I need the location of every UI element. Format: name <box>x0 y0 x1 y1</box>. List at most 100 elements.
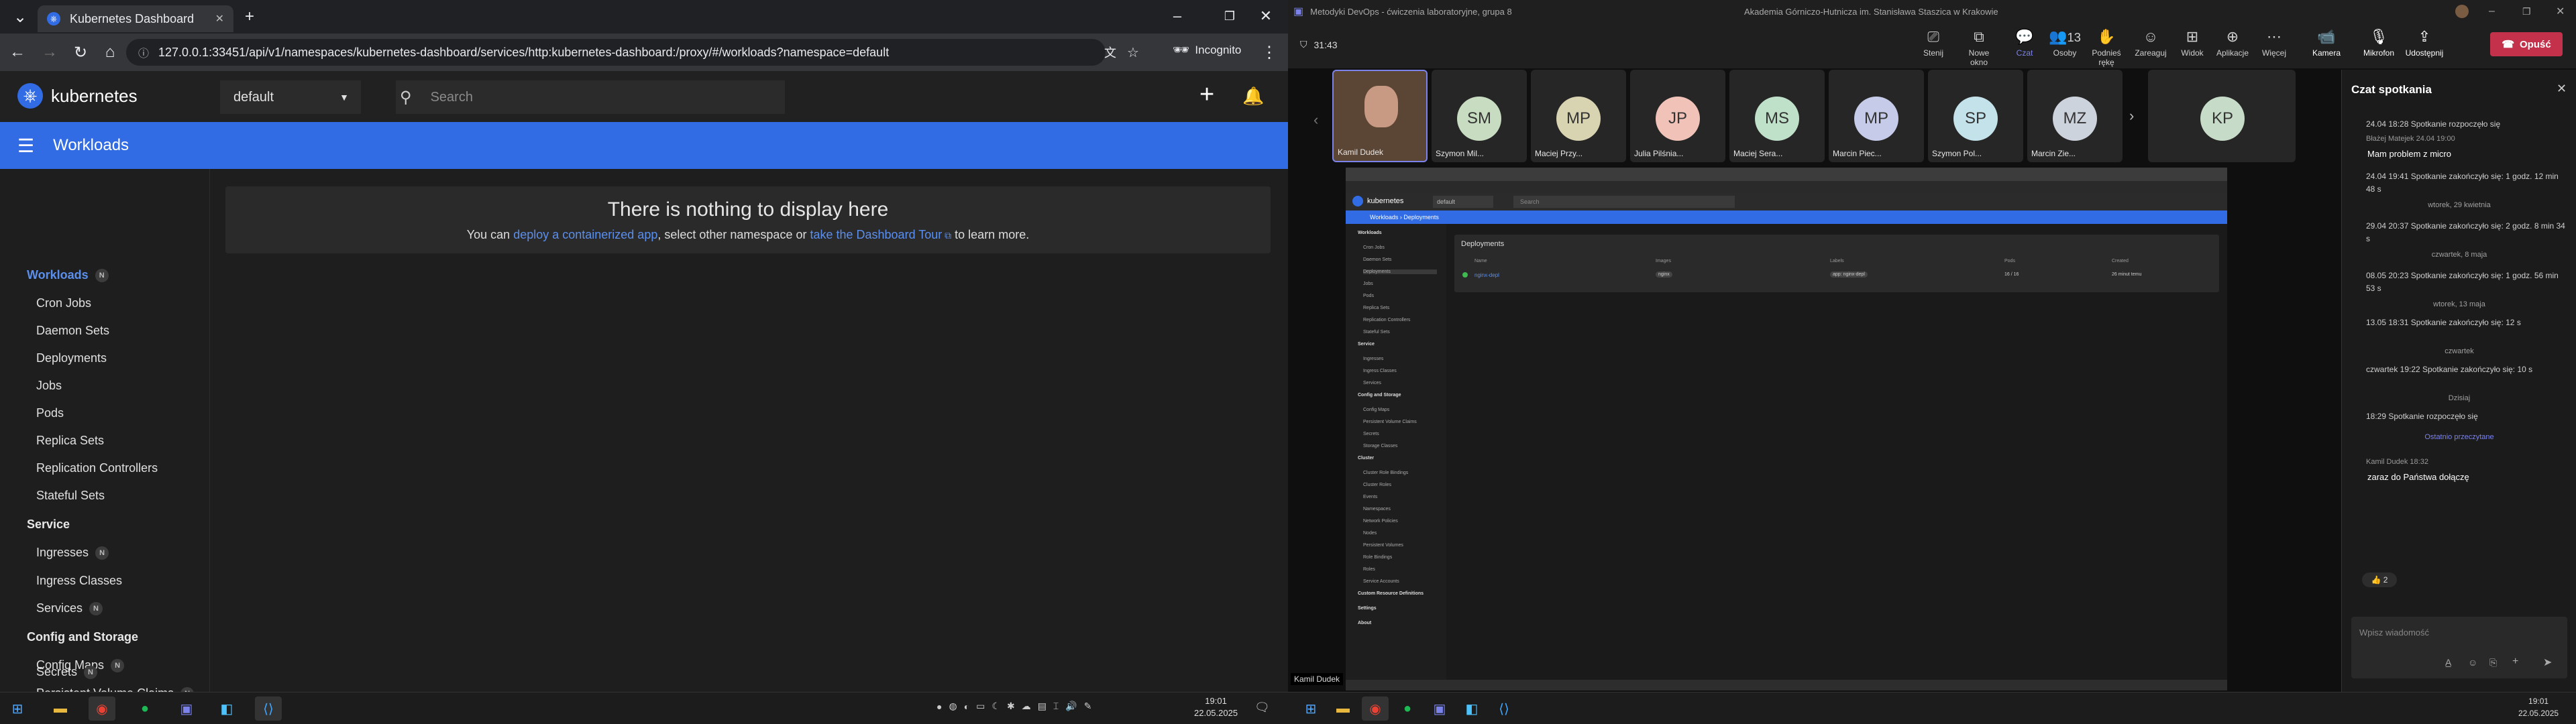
button-label: Więcej <box>2261 48 2286 58</box>
format-icon[interactable]: A̲ <box>2445 657 2451 668</box>
sidebar-workloads[interactable]: Workloads N <box>27 268 109 282</box>
chat-close-icon[interactable]: ✕ <box>2557 82 2567 96</box>
share-button[interactable]: ⇪ Udostępnij <box>2404 28 2445 58</box>
participant-tile[interactable]: Kamil Dudek <box>1332 70 1428 162</box>
tab-kubernetes-dashboard[interactable]: ⎈ Kubernetes Dashboard ✕ <box>38 5 233 32</box>
notifications-bell-icon[interactable]: 🔔 <box>1242 86 1264 107</box>
namespace-selector[interactable]: default ▼ <box>220 80 361 114</box>
participant-tile[interactable]: MS Maciej Sera... <box>1729 70 1825 162</box>
chrome-icon[interactable]: ◉ <box>1362 697 1389 721</box>
sidebar-item-daemon-sets[interactable]: Daemon Sets <box>36 324 109 338</box>
gallery-prev-icon[interactable]: ‹ <box>1313 111 1318 129</box>
pen-icon: ✎ <box>1083 701 1092 711</box>
reaction-badge[interactable]: 👍 2 <box>2362 572 2397 587</box>
leave-button[interactable]: ☎ Opuść <box>2490 32 2563 56</box>
incognito-indicator[interactable]: 🕶 Incognito <box>1173 42 1241 58</box>
sidebar-item-services[interactable]: Services N <box>36 601 103 615</box>
start-icon[interactable]: ⊞ <box>1297 697 1324 721</box>
sidebar-item-ingress-classes[interactable]: Ingress Classes <box>36 574 122 588</box>
store-icon[interactable]: ◧ <box>1458 697 1485 721</box>
attach-icon[interactable]: ⎘ <box>2489 657 2497 668</box>
participant-tile[interactable]: MP Marcin Piec... <box>1829 70 1924 162</box>
chat-button[interactable]: 💬 Czat <box>2004 28 2045 58</box>
participant-tile[interactable]: KP <box>2148 70 2296 162</box>
sidebar-item-pods[interactable]: Pods <box>36 406 64 420</box>
camera-button[interactable]: 📹 Kamera <box>2306 28 2347 58</box>
minimize-button[interactable]: – <box>1154 0 1201 32</box>
sidebar-item-deployments[interactable]: Deployments <box>36 351 107 365</box>
participant-tile[interactable]: JP Julia Pilśnia... <box>1630 70 1725 162</box>
kubernetes-logo[interactable]: ⎈ kubernetes <box>17 83 138 109</box>
participant-tile[interactable]: SM Szymon Mil... <box>1432 70 1527 162</box>
stage-button[interactable]: ⎚ Stenij <box>1913 28 1953 58</box>
participant-tile[interactable]: SP Szymon Pol... <box>1928 70 2023 162</box>
notifications-icon[interactable]: 🗨 <box>1254 701 1270 715</box>
site-info-icon[interactable]: ⓘ <box>138 44 149 60</box>
last-read-marker[interactable]: Ostatnio przeczytane <box>2342 433 2576 441</box>
clock[interactable]: 19:01 22.05.2025 <box>2518 695 2559 719</box>
hamburger-menu-icon[interactable]: ☰ <box>17 135 34 157</box>
tab-search-icon[interactable]: ⌄ <box>7 3 34 30</box>
sidebar-item-cron-jobs[interactable]: Cron Jobs <box>36 296 91 310</box>
vscode-icon[interactable]: ⟨⟩ <box>255 697 282 721</box>
view-button[interactable]: ⊞ Widok <box>2172 28 2212 58</box>
start-icon[interactable]: ⊞ <box>4 697 31 721</box>
sidebar-item-replica-sets[interactable]: Replica Sets <box>36 434 104 448</box>
add-icon[interactable]: + <box>2512 656 2518 668</box>
bookmark-star-icon[interactable]: ☆ <box>1127 44 1139 61</box>
close-button[interactable]: ✕ <box>1242 0 1288 32</box>
forward-icon[interactable]: → <box>36 39 63 66</box>
sidebar-service[interactable]: Service <box>27 518 70 532</box>
people-button[interactable]: 👥13 Osoby <box>2045 28 2085 58</box>
vscode-icon[interactable]: ⟨⟩ <box>1491 697 1517 721</box>
react-button[interactable]: ☺ Zareaguj <box>2131 28 2171 58</box>
translate-icon[interactable]: 文 <box>1104 44 1116 61</box>
namespaced-badge: N <box>111 658 125 672</box>
teams-icon[interactable]: ▣ <box>1426 697 1453 721</box>
mic-button[interactable]: 🎙 Mikrofon <box>2359 28 2399 58</box>
browser-menu-icon[interactable]: ⋮ <box>1256 39 1283 66</box>
sidebar-config-storage[interactable]: Config and Storage <box>27 630 138 644</box>
create-resource-button[interactable]: + <box>1199 80 1214 109</box>
sidebar-item-ingresses[interactable]: Ingresses N <box>36 546 109 560</box>
dashboard-tour-link[interactable]: take the Dashboard Tour <box>810 228 942 241</box>
send-icon[interactable]: ➤ <box>2543 656 2552 669</box>
emoji-icon[interactable]: ☺ <box>2468 657 2477 668</box>
sidebar-item-secrets[interactable]: Secrets N <box>36 665 98 679</box>
tab-close-icon[interactable]: ✕ <box>215 12 224 25</box>
system-tray[interactable]: ● ◍ ◐ ▭ ☾ ✱ ☁ ▤ ⌶ 🔊 ✎ <box>936 701 1092 712</box>
back-icon[interactable]: ← <box>4 39 31 66</box>
home-icon[interactable]: ⌂ <box>97 39 123 66</box>
sidebar-item-jobs[interactable]: Jobs <box>36 379 62 393</box>
spotify-icon[interactable]: ● <box>131 697 158 721</box>
chat-input[interactable]: Wpisz wiadomość A̲ ☺ ⎘ + ➤ <box>2351 617 2567 678</box>
clock[interactable]: 19:01 22.05.2025 <box>1194 695 1238 719</box>
new-tab-button[interactable]: + <box>236 3 263 30</box>
address-bar[interactable]: ⓘ 127.0.0.1:33451/api/v1/namespaces/kube… <box>126 39 1139 66</box>
gallery-next-icon[interactable]: › <box>2129 107 2134 125</box>
file-explorer-icon[interactable]: ▬ <box>1330 697 1356 721</box>
apps-button[interactable]: ⊕ Aplikacje <box>2212 28 2253 58</box>
participant-tile[interactable]: MP Maciej Przy... <box>1531 70 1626 162</box>
window-minimize-icon[interactable]: – <box>2489 5 2495 17</box>
sidebar-item-replication-controllers[interactable]: Replication Controllers <box>36 461 158 475</box>
participant-tile[interactable]: MZ Marcin Zie... <box>2027 70 2123 162</box>
chrome-icon[interactable]: ◉ <box>89 697 115 721</box>
reload-icon[interactable]: ↻ <box>67 39 94 66</box>
sidebar-item-pvc[interactable]: Persistent Volume Claims N <box>36 686 195 692</box>
shared-nav-item: Cluster Roles <box>1363 483 1392 487</box>
file-explorer-icon[interactable]: ▬ <box>47 697 74 721</box>
window-maximize-icon[interactable]: ❐ <box>2522 6 2531 17</box>
teams-icon[interactable]: ▣ <box>173 697 200 721</box>
clock-time: 19:01 <box>1205 696 1227 706</box>
search-input[interactable]: ⚲ Search <box>396 80 785 114</box>
store-icon[interactable]: ◧ <box>213 697 240 721</box>
sidebar-item-stateful-sets[interactable]: Stateful Sets <box>36 489 105 503</box>
new-window-button[interactable]: ⧉ Nowe okno <box>1959 28 1999 67</box>
raise-hand-button[interactable]: ✋ Podnieś rękę <box>2086 28 2127 67</box>
profile-avatar[interactable] <box>2455 5 2469 18</box>
deploy-app-link[interactable]: deploy a containerized app <box>513 228 657 241</box>
more-button[interactable]: ⋯ Więcej <box>2254 28 2294 58</box>
window-close-icon[interactable]: ✕ <box>2556 5 2565 18</box>
spotify-icon[interactable]: ● <box>1394 697 1421 721</box>
